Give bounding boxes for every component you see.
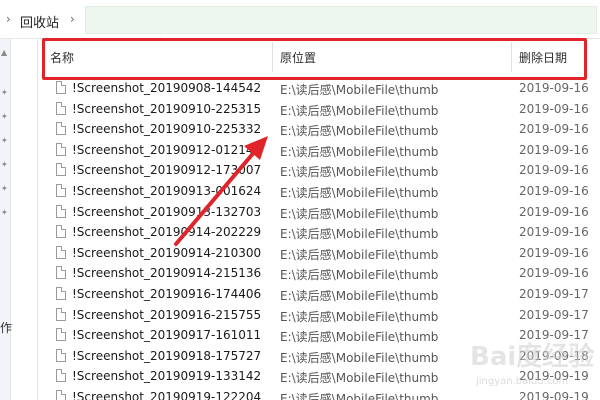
watermark-logo: Bai度经验 jingyan.baidu.com (470, 328, 595, 398)
file-location: E:\读后感\MobileFile\thumb (280, 165, 439, 180)
breadcrumb-recycle-bin[interactable]: 回收站 (20, 12, 59, 31)
file-icon (56, 245, 66, 259)
list-item[interactable]: !Screenshot_20190912-012146.j... E:\读后感\M… (44, 140, 600, 161)
list-item[interactable]: !Screenshot_20190914-202229.j... E:\读后感\M… (44, 222, 600, 243)
file-location: E:\读后感\MobileFile\thumb (280, 247, 439, 262)
list-item[interactable]: !Screenshot_20190914-210300.j... E:\读后感\M… (44, 243, 600, 264)
file-location: E:\读后感\MobileFile\thumb (280, 227, 439, 242)
file-name: !Screenshot_20190916-174406.j... (72, 287, 262, 301)
file-date: 2019-09-17 (519, 287, 589, 301)
file-name: !Screenshot_20190917-161011.j... (72, 328, 262, 343)
list-item[interactable]: !Screenshot_20190913-001624.j... E:\读后感\M… (44, 181, 600, 202)
file-name: !Screenshot_20190912-012146.j... (72, 142, 262, 157)
file-icon (56, 163, 66, 177)
file-date: 2019-09-16 (519, 266, 589, 281)
file-date: 2019-09-16 (519, 101, 589, 116)
file-icon (56, 122, 66, 136)
file-icon (56, 348, 66, 362)
file-icon (56, 184, 66, 197)
list-item[interactable]: !Screenshot_20190910-225315.j... E:\读后感\M… (44, 99, 600, 120)
file-date: 2019-09-16 (519, 245, 589, 260)
file-icon (56, 101, 66, 115)
file-icon (56, 142, 66, 156)
file-name: !Screenshot_20190912-173007.j... (72, 163, 262, 178)
file-icon (56, 328, 66, 342)
file-location: E:\读后感\MobileFile\thumb (280, 392, 439, 400)
pin-icon[interactable]: ✦ (1, 137, 9, 145)
address-field[interactable] (85, 6, 597, 34)
file-date: 2019-09-16 (519, 204, 589, 219)
file-icon (56, 369, 66, 383)
file-location: E:\读后感\MobileFile\thumb (280, 83, 439, 97)
file-date: 2019-09-16 (519, 81, 589, 95)
file-name: !Screenshot_20190914-210300.j... (72, 245, 262, 260)
file-date: 2019-09-16 (519, 184, 589, 198)
list-item[interactable]: !Screenshot_20190916-174406.j... E:\读后感\M… (44, 284, 600, 305)
list-item[interactable]: !Screenshot_20190914-215136.j... E:\读后感\M… (44, 263, 600, 284)
file-location: E:\读后感\MobileFile\thumb (280, 124, 439, 139)
file-icon (56, 225, 66, 239)
file-name: !Screenshot_20190910-225332.j... (72, 122, 262, 137)
file-location: E:\读后感\MobileFile\thumb (280, 371, 439, 386)
file-location: E:\读后感\MobileFile\thumb (280, 268, 439, 283)
pin-icon[interactable]: ▲ (1, 49, 9, 57)
file-date: 2019-09-16 (519, 163, 589, 178)
list-item[interactable]: !Screenshot_20190910-225332.j... E:\读后感\M… (44, 119, 600, 140)
file-name: !Screenshot_20190918-175727.j... (72, 348, 262, 363)
file-icon (56, 307, 66, 321)
file-name: !Screenshot_20190913-132703.j... (72, 204, 262, 219)
pin-icon[interactable]: ✦ (1, 113, 9, 121)
file-name: !Screenshot_20190910-225315.j... (72, 101, 262, 116)
pin-icon[interactable]: ✦ (1, 185, 9, 193)
file-date: 2019-09-17 (519, 307, 589, 322)
pin-icon[interactable]: ✦ (1, 209, 9, 217)
file-icon (56, 287, 66, 300)
file-date: 2019-09-16 (519, 122, 589, 137)
list-item[interactable]: !Screenshot_20190912-173007.j... E:\读后感\M… (44, 160, 600, 181)
file-date: 2019-09-16 (519, 225, 589, 240)
file-name: !Screenshot_20190916-215755.j... (72, 307, 262, 322)
pin-icon[interactable]: ✦ (1, 89, 9, 97)
file-icon (56, 390, 66, 400)
chevron-right-icon[interactable]: › (6, 12, 11, 26)
list-item[interactable]: !Screenshot_20190913-132703.j... E:\读后感\M… (44, 202, 600, 223)
pane-splitter[interactable] (37, 39, 38, 400)
file-location: E:\读后感\MobileFile\thumb (280, 186, 439, 200)
address-bar[interactable]: › 回收站 › (0, 0, 600, 39)
file-location: E:\读后感\MobileFile\thumb (280, 330, 439, 345)
list-item[interactable]: !Screenshot_20190916-215755.j... E:\读后感\M… (44, 305, 600, 326)
watermark-url: jingyan.baidu.com (476, 376, 569, 387)
file-name: !Screenshot_20190908-144542.j... (72, 81, 262, 95)
navigation-pane: ▲ ✦ ✦ ✦ ✦ ✦ ✦ 作 (0, 39, 38, 400)
pin-icon[interactable]: ✦ (1, 161, 9, 169)
file-location: E:\读后感\MobileFile\thumb (280, 289, 439, 303)
file-icon (56, 204, 66, 218)
file-icon (56, 266, 66, 280)
file-location: E:\读后感\MobileFile\thumb (280, 206, 439, 221)
file-icon (56, 81, 66, 94)
list-item[interactable]: !Screenshot_20190908-144542.j... E:\读后感\M… (44, 78, 600, 99)
nav-item-label[interactable]: 作 (0, 319, 12, 336)
chevron-right-icon[interactable]: › (70, 12, 75, 26)
file-name: !Screenshot_20190914-202229.j... (72, 225, 262, 240)
file-date: 2019-09-16 (519, 142, 589, 157)
watermark-text: Bai度经验 (470, 342, 595, 372)
file-name: !Screenshot_20190913-001624.j... (72, 184, 262, 198)
file-location: E:\读后感\MobileFile\thumb (280, 309, 439, 324)
file-location: E:\读后感\MobileFile\thumb (280, 103, 439, 118)
file-name: !Screenshot_20190914-215136.j... (72, 266, 262, 281)
file-location: E:\读后感\MobileFile\thumb (280, 350, 439, 365)
file-name: !Screenshot_20190919-133142.j... (72, 369, 262, 384)
file-name: !Screenshot_20190919-122204.j... (72, 390, 262, 400)
annotation-highlight-box (42, 38, 587, 80)
file-location: E:\读后感\MobileFile\thumb (280, 144, 439, 159)
